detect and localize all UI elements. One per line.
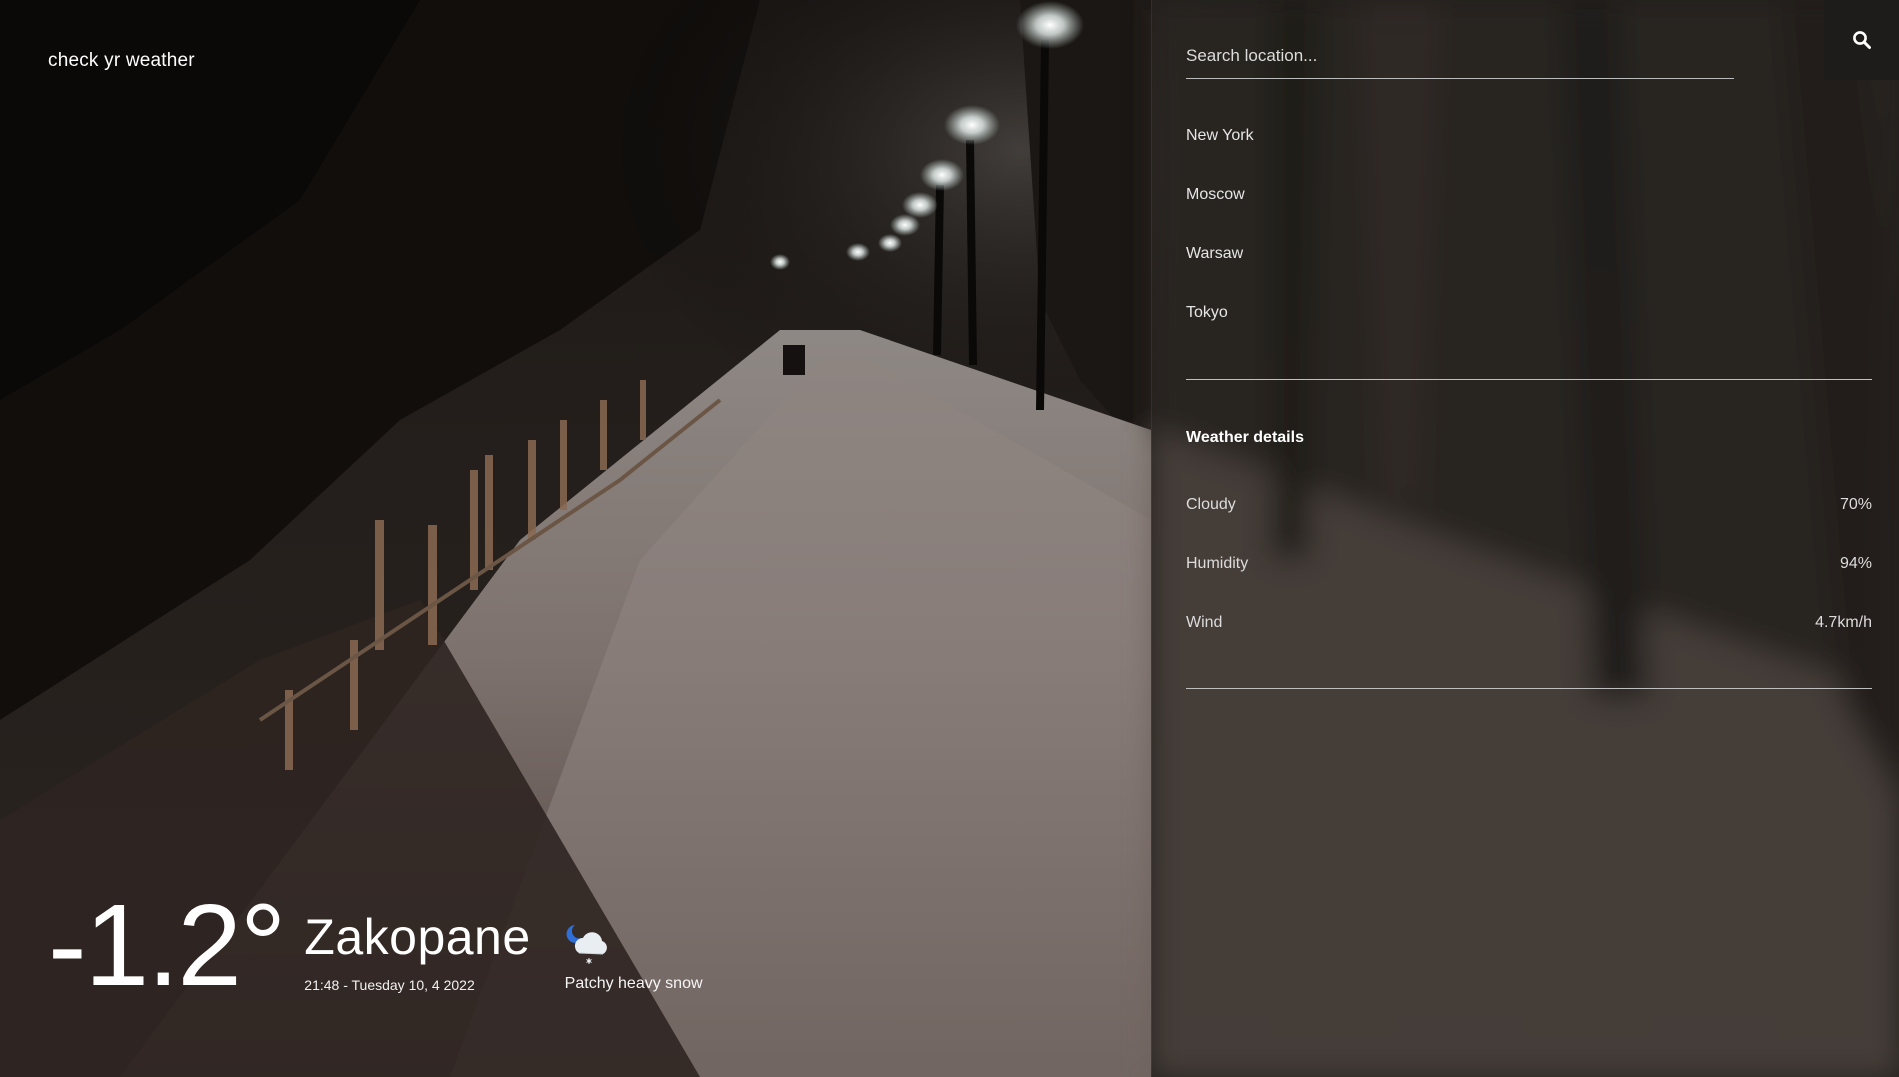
divider: [1186, 379, 1872, 380]
detail-row-cloudy: Cloudy 70%: [1186, 496, 1872, 514]
detail-value: 94%: [1839, 555, 1872, 572]
location-block: Zakopane 21:48 - Tuesday 10, 4 2022: [304, 908, 531, 1004]
detail-row-wind: Wind 4.7km/h: [1186, 614, 1872, 632]
location-item-warsaw[interactable]: Warsaw: [1186, 245, 1254, 304]
condition-text: Patchy heavy snow: [564, 975, 703, 992]
detail-label: Cloudy: [1186, 496, 1236, 513]
night-cloud-snow-icon: [566, 925, 607, 964]
side-panel: New York Moscow Warsaw Tokyo Weather det…: [1151, 0, 1899, 1077]
detail-label: Humidity: [1186, 555, 1249, 572]
search-bar: [1186, 46, 1734, 79]
location-item-moscow[interactable]: Moscow: [1186, 186, 1254, 245]
divider: [1186, 688, 1872, 689]
search-icon: [1852, 31, 1871, 49]
detail-value: 70%: [1839, 496, 1872, 513]
weather-app: check yr weather -1.2° Zakopane 21:48 - …: [0, 0, 1899, 1077]
detail-label: Wind: [1186, 614, 1223, 631]
date-time: 21:48 - Tuesday 10, 4 2022: [304, 977, 475, 993]
saved-locations-list: New York Moscow Warsaw Tokyo: [1186, 127, 1254, 363]
temperature: -1.2°: [48, 880, 286, 1010]
search-input[interactable]: [1186, 46, 1734, 66]
weather-details-title: Weather details: [1186, 429, 1304, 446]
detail-value: 4.7km/h: [1815, 614, 1872, 631]
search-button[interactable]: [1824, 0, 1899, 80]
brand-logo-text[interactable]: check yr weather: [48, 50, 195, 72]
city-name: Zakopane: [304, 908, 531, 965]
condition-block: Patchy heavy snow: [565, 921, 703, 1003]
location-item-tokyo[interactable]: Tokyo: [1186, 304, 1254, 363]
detail-row-humidity: Humidity 94%: [1186, 555, 1872, 573]
current-weather: -1.2° Zakopane 21:48 - Tuesday 10, 4 202…: [48, 887, 703, 1004]
location-item-new-york[interactable]: New York: [1186, 127, 1254, 186]
